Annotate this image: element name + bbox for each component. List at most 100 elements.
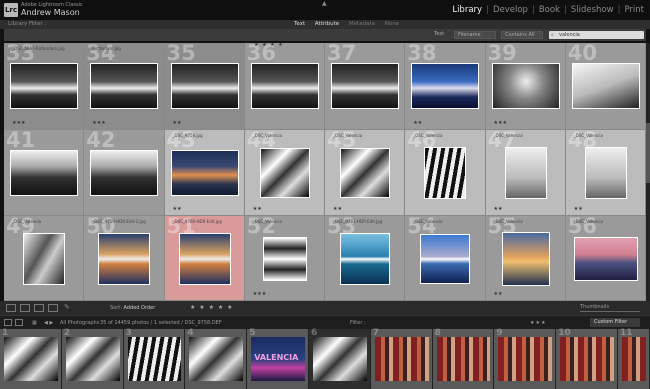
grid-cell[interactable]: 40 [565,43,646,130]
grid-cell[interactable]: 55 _DSC_Valencia ★★ [485,214,566,301]
filmstrip-thumbnail[interactable] [313,337,367,381]
back-arrow-icon[interactable]: ◀ ▶ [44,320,53,326]
filmstrip-thumbnail[interactable] [65,337,120,381]
grid-icon[interactable]: ▦ [32,320,37,326]
grid-cell[interactable]: 53 _DSC_9761-HDR-Edit.jpg [325,214,406,301]
photo-thumbnail[interactable] [505,148,546,198]
photo-thumbnail[interactable] [263,238,306,280]
photo-thumbnail[interactable] [99,234,150,284]
grid-cell[interactable]: 45 _DSC_Valencia ★★ [325,128,406,216]
text-field-select[interactable]: Filename [454,31,496,39]
grid-view-button[interactable] [6,304,16,312]
grid-cell[interactable]: 48 _DSC_Valencia ★★ [565,128,646,216]
panel-1-button[interactable] [4,319,12,326]
grid-cell[interactable]: 34 Rotterdam.jpg ★★★ [84,43,165,130]
grid-cell[interactable]: 51 _DSC_9760-HDR-Edit.jpg [164,214,245,301]
photo-thumbnail[interactable] [425,148,466,198]
collapse-top-panel-icon[interactable]: ▲ [322,0,327,7]
module-library[interactable]: Library [452,5,482,15]
module-slideshow[interactable]: Slideshow [571,5,614,15]
filmstrip-cell[interactable]: 9 [494,328,557,389]
module-book[interactable]: Book [539,5,560,15]
photo-thumbnail[interactable] [341,149,390,197]
rating-stars[interactable]: ★★ [494,291,503,297]
rating-stars[interactable]: ★★ [253,206,262,212]
filmstrip-cell[interactable]: 4 [185,328,248,389]
grid-cell[interactable]: 46 _DSC_Valencia [405,128,486,216]
photo-thumbnail[interactable] [574,238,637,280]
search-input[interactable]: ⌕ valencia [549,31,644,39]
custom-filter-select[interactable]: Custom Filter [590,318,640,327]
photo-thumbnail[interactable] [251,64,318,108]
filter-attribute-tab[interactable]: Attribute [315,21,339,27]
rating-stars[interactable]: ★★ [574,206,583,212]
filmstrip-thumbnail[interactable] [4,337,58,381]
loupe-view-button[interactable] [20,304,30,312]
photo-thumbnail[interactable] [179,234,230,284]
grid-cell[interactable]: 41 [4,128,85,216]
survey-view-button[interactable] [48,304,58,312]
filmstrip-cell[interactable]: 7 [370,328,433,389]
rating-stars[interactable]: ★★★ [253,291,266,297]
grid-cell[interactable]: 35 ★★ [164,43,245,130]
photo-thumbnail[interactable] [332,64,399,108]
filmstrip-thumbnail[interactable] [189,337,244,381]
grid-cell[interactable]: 37 [325,43,406,130]
filmstrip-cell[interactable]: 11 [618,328,650,389]
grid-cell[interactable]: 36 [244,43,325,130]
grid-cell[interactable]: 38 ★★ [405,43,486,130]
filmstrip-thumbnail[interactable] [374,337,429,381]
scrollbar-thumb[interactable] [646,123,650,183]
filter-text-tab[interactable]: Text [294,21,305,27]
rating-stars[interactable]: ★★★ [92,120,105,126]
painter-icon[interactable]: ✎ [64,303,74,311]
photo-thumbnail[interactable] [91,64,158,108]
filmstrip-thumbnail[interactable]: VALENCIA [251,337,305,381]
filter-none-tab[interactable]: None [385,21,399,27]
source-name[interactable]: All Photographs [60,320,99,326]
photo-thumbnail[interactable] [502,233,549,285]
filmstrip-stars[interactable]: ★★★ [530,320,546,326]
filmstrip-thumbnail[interactable] [436,337,491,381]
photo-thumbnail[interactable] [572,64,639,108]
photo-thumbnail[interactable] [24,234,65,284]
filmstrip-cell[interactable]: 2 [61,328,124,389]
grid-cell[interactable]: 54 _DSC_Valencia [405,214,486,301]
grid-cell[interactable]: 39 ★★★ [485,43,566,130]
photo-thumbnail[interactable] [171,151,238,195]
grid-cell[interactable]: 43 _DSC_9758.jpg ★★ [164,128,245,216]
photo-thumbnail[interactable] [421,235,470,283]
rating-stars[interactable]: ★★ [173,206,182,212]
photo-thumbnail[interactable] [585,148,626,198]
grid-cell[interactable]: 44 _DSC_Valencia ★★ [244,128,325,216]
grid-cell[interactable]: 50 _DSC_9759-HDR-Edit-2.jpg [84,214,165,301]
photo-thumbnail[interactable] [11,64,78,108]
photo-thumbnail[interactable] [341,234,390,284]
rating-stars[interactable]: ★★ [333,206,342,212]
rating-stars[interactable]: ★★★ [12,120,25,126]
photo-thumbnail[interactable] [492,64,559,108]
panel-2-button[interactable] [15,319,23,326]
grid-cell[interactable]: 47 _DSC_Valencia ★★ [485,128,566,216]
contains-rule-select[interactable]: Contains All [501,31,543,39]
grid-cell[interactable]: 42 [84,128,165,216]
filmstrip-cell[interactable]: 10 [556,328,618,389]
grid-cell[interactable]: 52 _DSC_Valencia ★★★ [244,214,325,301]
filmstrip-thumbnail[interactable] [622,337,646,381]
grid-cell[interactable]: 33 _DSC_5686-Rotterdam.jpg ★★★ [4,43,85,130]
filmstrip-cell[interactable]: 6 [309,328,371,389]
module-print[interactable]: Print [624,5,644,15]
sort-control[interactable]: Sort: Added Order [110,305,155,311]
grid-scrollbar[interactable] [646,43,650,301]
filmstrip-cell[interactable]: 1 [0,328,62,389]
photo-thumbnail[interactable] [171,64,238,108]
photo-thumbnail[interactable] [11,151,78,195]
grid-cell[interactable]: 56 _DSC_Valencia [565,214,646,301]
rating-stars[interactable]: ★★★ [494,120,507,126]
filter-metadata-tab[interactable]: Metadata [349,21,375,27]
rating-stars[interactable]: ★★ [413,120,422,126]
photo-thumbnail[interactable] [260,149,309,197]
module-develop[interactable]: Develop [493,5,528,15]
filmstrip-cell[interactable]: 8 [432,328,495,389]
thumbnail-size-slider[interactable] [580,311,640,312]
